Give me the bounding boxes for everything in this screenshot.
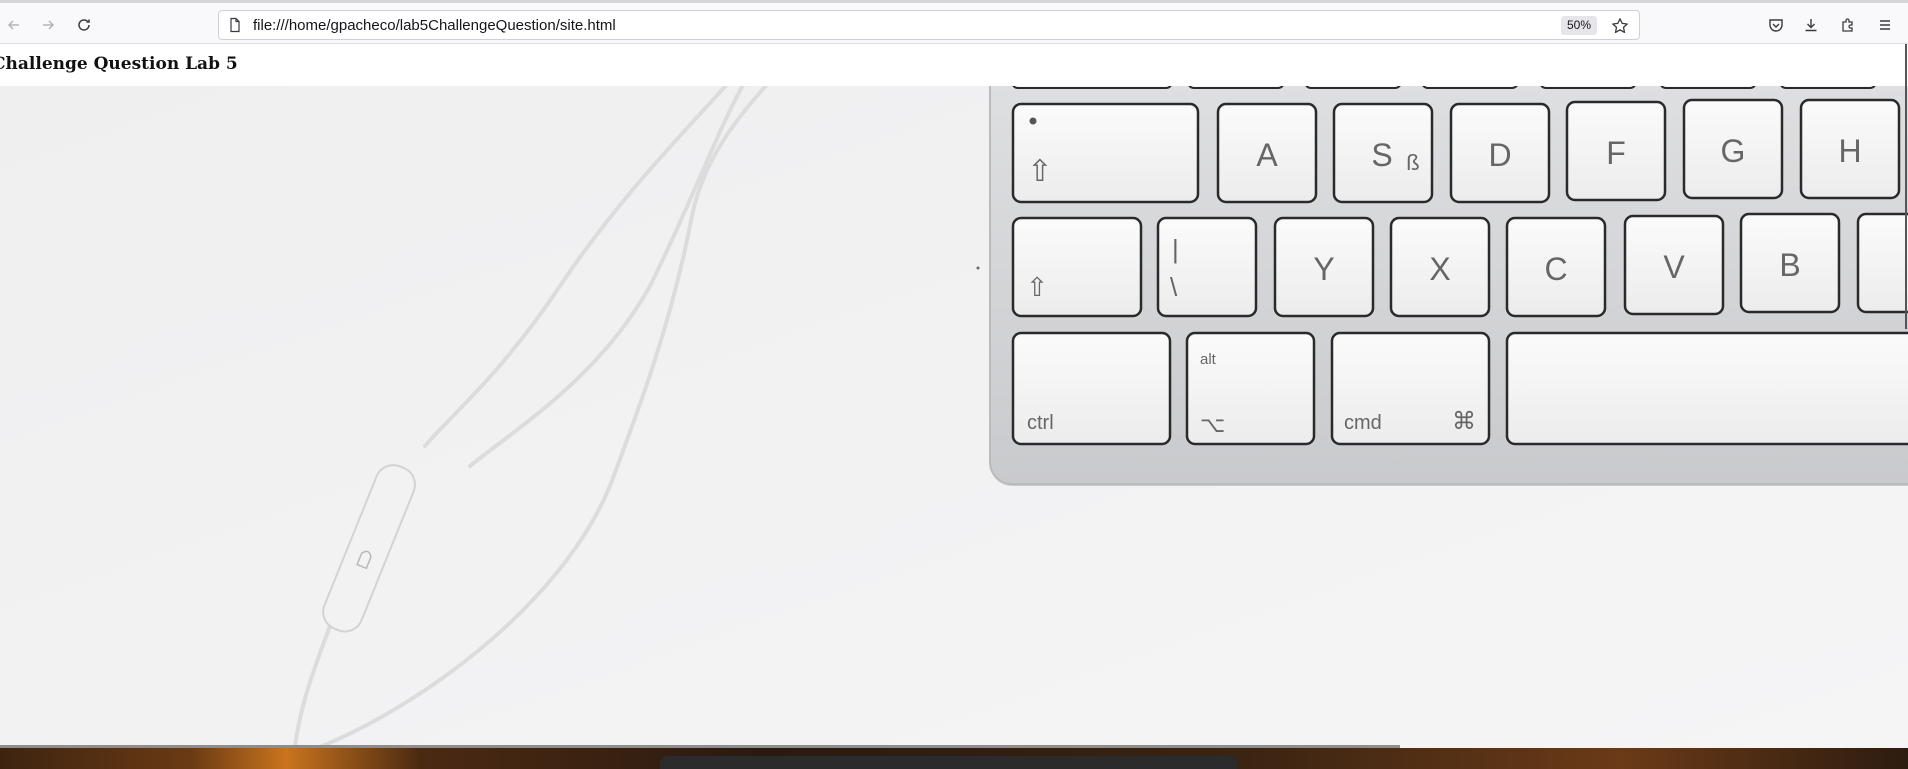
address-bar[interactable]: file:///home/gpacheco/lab5ChallengeQuest…: [218, 10, 1640, 40]
key-b-label: B: [1779, 247, 1800, 283]
key-backslash-label: \: [1170, 272, 1178, 302]
page-icon: [230, 17, 240, 33]
command-glyph: ⌘: [1452, 407, 1476, 435]
bookmark-star-icon[interactable]: [1611, 17, 1629, 35]
reload-icon[interactable]: [70, 11, 98, 39]
ctrl-label: ctrl: [1027, 412, 1054, 434]
keyboard-row-1: ⇧ A S ß D F G H: [1011, 98, 1901, 204]
pocket-icon[interactable]: [1762, 11, 1790, 39]
cmd-label: cmd: [1344, 412, 1382, 434]
key-s-label: S: [1371, 137, 1392, 173]
taskbar-dock[interactable]: [660, 756, 1238, 769]
key-y-label: Y: [1313, 251, 1334, 287]
key-v-label: V: [1663, 249, 1685, 285]
page-header: Challenge Question Lab 5: [0, 44, 1908, 86]
key-g-label: G: [1721, 133, 1746, 169]
key-x-label: X: [1429, 251, 1450, 287]
forward-arrow-icon[interactable]: [34, 11, 62, 39]
key-f-label: F: [1606, 135, 1626, 171]
space-bar: [1505, 331, 1908, 446]
key-n-partial: [1856, 212, 1908, 314]
key-c-label: C: [1544, 251, 1567, 287]
alt-label: alt: [1200, 351, 1217, 368]
page-title: Challenge Question Lab 5: [0, 54, 238, 74]
download-icon[interactable]: [1797, 11, 1825, 39]
keyboard-row-3: ctrl alt ⌥ cmd ⌘: [1011, 331, 1908, 446]
key-eszett-label: ß: [1406, 150, 1419, 175]
back-arrow-icon[interactable]: [0, 11, 28, 39]
page-viewport: Challenge Question Lab 5 ⇧ A S ß D F G H…: [0, 44, 1908, 747]
keyboard-earphones-photo: ⇧ A S ß D F G H ⇧ | \ Y X C V B ctrl alt…: [0, 86, 1908, 747]
page-edge-line: [1905, 44, 1907, 329]
key-d-label: D: [1488, 137, 1511, 173]
caps-lock-icon: ⇧: [1027, 154, 1052, 189]
extensions-icon[interactable]: [1834, 11, 1862, 39]
option-glyph: ⌥: [1200, 413, 1225, 438]
zoom-level-badge[interactable]: 50%: [1560, 16, 1597, 35]
key-a-label: A: [1256, 137, 1278, 173]
browser-toolbar: file:///home/gpacheco/lab5ChallengeQuest…: [0, 0, 1908, 44]
key-h-label: H: [1838, 133, 1861, 169]
key-pipe-label: |: [1172, 234, 1179, 264]
shift-icon: ⇧: [1026, 273, 1048, 303]
url-text[interactable]: file:///home/gpacheco/lab5ChallengeQuest…: [253, 17, 616, 34]
menu-icon[interactable]: [1871, 11, 1899, 39]
